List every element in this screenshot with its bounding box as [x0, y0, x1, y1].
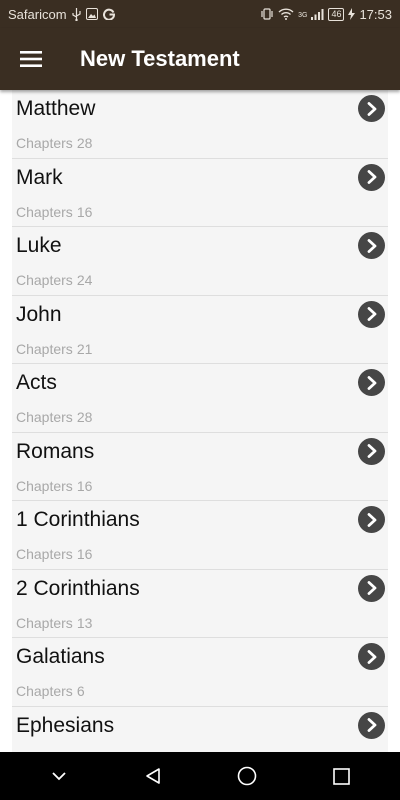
chapter-count: Chapters 28: [16, 135, 92, 151]
vibrate-icon: [260, 8, 274, 20]
back-icon: [146, 768, 160, 784]
chapter-count: Chapters 6: [16, 683, 85, 699]
book-name: 1 Corinthians: [16, 508, 140, 531]
book-row[interactable]: 2 Corinthians Chapters 13: [12, 569, 388, 638]
chapter-count-label: Chapters: [16, 135, 73, 151]
book-name: Ephesians: [16, 713, 115, 737]
chapter-count-value: 6: [76, 683, 85, 699]
chapter-count: Chapters 21: [16, 341, 92, 357]
book-row[interactable]: John Chapters 21: [12, 295, 388, 364]
charging-icon: [348, 8, 356, 20]
chevron-right-icon[interactable]: [358, 437, 385, 465]
network-type: 3G: [298, 11, 308, 19]
google-icon: [102, 8, 115, 20]
chevron-right-icon[interactable]: [358, 369, 385, 396]
chevron-right-icon[interactable]: [358, 95, 385, 122]
chapter-count-value: 28: [76, 409, 93, 425]
chevron-right-icon[interactable]: [358, 711, 385, 739]
chevron-down-icon: [52, 772, 66, 781]
chapter-count-value: 24: [76, 272, 93, 288]
book-name: Galatians: [16, 645, 105, 668]
chevron-right-icon[interactable]: [358, 506, 385, 533]
chevron-right-icon[interactable]: [358, 643, 385, 670]
chapter-count-label: Chapters: [16, 546, 73, 562]
chapter-count: Chapters 16: [16, 546, 92, 562]
chevron-right-icon[interactable]: [358, 232, 385, 259]
book-name: Luke: [16, 234, 62, 257]
chapter-count-value: 28: [76, 135, 93, 151]
chapter-count-label: Chapters: [16, 340, 73, 357]
book-name: John: [16, 302, 62, 326]
chapter-count-label: Chapters: [16, 409, 73, 425]
chapter-count-label: Chapters: [16, 477, 73, 494]
book-list[interactable]: Matthew Chapters 28 Mark Chapters 16 Luke Chapt…: [0, 90, 400, 752]
book-row[interactable]: Acts Chapters 28: [12, 364, 388, 433]
signal-icon: [311, 8, 324, 20]
gallery-notification-icon: [85, 8, 98, 20]
chapter-count-value: 16: [76, 546, 93, 562]
recents-icon: [332, 767, 350, 785]
book-row[interactable]: Romans Chapters 16: [12, 432, 388, 501]
book-row[interactable]: Ephesians: [12, 706, 388, 752]
battery-level: 46: [328, 7, 345, 21]
chevron-right-icon[interactable]: [358, 574, 385, 602]
hide-keyboard-button[interactable]: [39, 756, 79, 796]
status-bar: Safaricom 3G 46 17:53: [0, 0, 400, 28]
chapter-count-label: Chapters: [16, 272, 73, 288]
chapter-count-label: Chapters: [16, 614, 73, 631]
chapter-count-value: 13: [76, 614, 93, 631]
usb-icon: [71, 7, 81, 21]
chevron-right-icon[interactable]: [358, 163, 385, 191]
chapter-count: Chapters 28: [16, 409, 92, 425]
chapter-count-value: 16: [76, 477, 93, 494]
chapter-count: Chapters 13: [16, 615, 92, 631]
book-row[interactable]: Matthew Chapters 28: [12, 90, 388, 159]
book-row[interactable]: Mark Chapters 16: [12, 158, 388, 227]
book-name: 2 Corinthians: [16, 576, 140, 600]
book-row[interactable]: 1 Corinthians Chapters 16: [12, 501, 388, 570]
chapter-count: Chapters 16: [16, 204, 92, 220]
chevron-right-icon[interactable]: [358, 300, 385, 328]
recents-button[interactable]: [321, 756, 361, 796]
home-icon: [237, 766, 257, 786]
book-name: Acts: [16, 371, 57, 394]
chapter-count-label: Chapters: [16, 683, 73, 699]
book-name: Romans: [16, 439, 95, 463]
wifi-icon: [278, 8, 294, 20]
chapter-count-value: 21: [76, 340, 93, 357]
menu-button[interactable]: [0, 28, 62, 90]
app-bar: New Testament: [0, 28, 400, 90]
chapter-count: Chapters 16: [16, 478, 92, 494]
book-name: Mark: [16, 165, 63, 189]
clock: 17:53: [359, 6, 392, 22]
book-row[interactable]: Galatians Chapters 6: [12, 638, 388, 707]
book-name: Matthew: [16, 97, 96, 120]
chapter-count-value: 16: [76, 203, 93, 220]
chapter-count: Chapters 24: [16, 272, 92, 288]
hamburger-menu-icon: [20, 51, 42, 67]
navigation-bar: [0, 752, 400, 800]
page-title: New Testament: [80, 46, 240, 71]
book-row[interactable]: Luke Chapters 24: [12, 227, 388, 296]
back-button[interactable]: [133, 756, 173, 796]
chapter-count-label: Chapters: [16, 203, 73, 220]
home-button[interactable]: [227, 756, 267, 796]
carrier-name: Safaricom: [8, 6, 67, 22]
